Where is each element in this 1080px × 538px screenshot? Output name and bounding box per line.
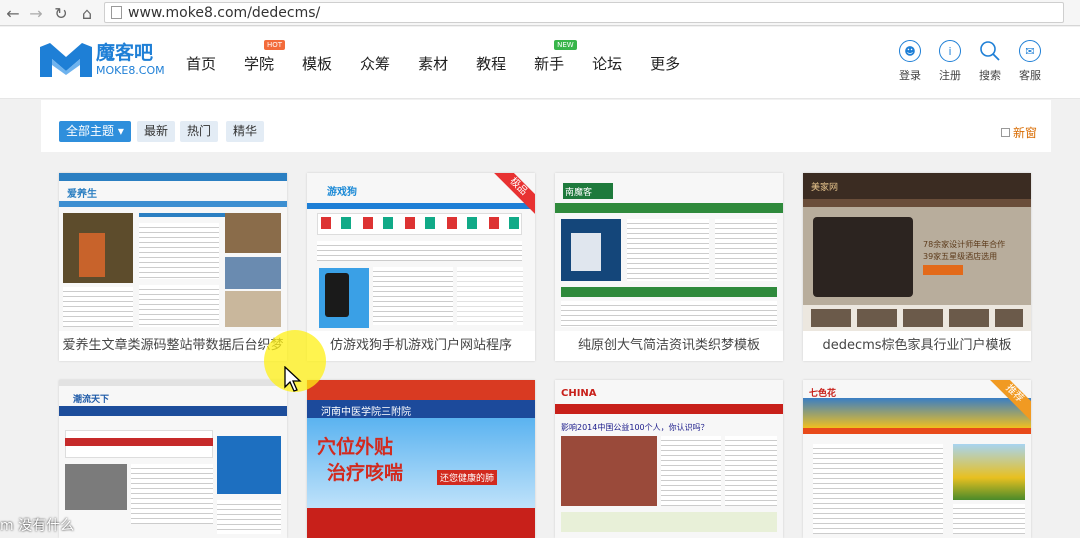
thumb-headline: 影响2014中国公益100个人，你认识吗？ (561, 423, 709, 432)
thumb-promo: 39家五星级酒店选用 (923, 252, 998, 261)
filter-latest[interactable]: 最新 (137, 121, 176, 142)
user-icon: ☻ (899, 40, 921, 62)
card-thumbnail[interactable]: 游戏狗 极品 (307, 173, 535, 331)
template-card[interactable]: 游戏狗 极品 仿游戏狗手机游戏门户网站程序 (307, 173, 535, 361)
service-icon: ✉ (1019, 40, 1041, 62)
card-thumbnail[interactable]: 七色花 推荐 (803, 380, 1031, 538)
logo-domain: MOKE8.COM (96, 64, 165, 77)
thumb-headline: 治疗咳喘 (327, 462, 404, 484)
site-header: 魔客吧 MOKE8.COM 首页 学院 HOT 模板 众筹 素材 教程 新手 NEW… (0, 27, 1080, 99)
logo-name: 魔客吧 (96, 42, 154, 64)
user-links: ☻ 登录 i 注册 搜索 ✉ 客服 (890, 40, 1050, 83)
card-thumbnail[interactable]: CHINA 影响2014中国公益100个人，你认识吗？ (555, 380, 783, 538)
template-card[interactable]: 美家网 78余家设计师年年合作 39家五星级酒店选用 dedecms棕色家具行业… (803, 173, 1031, 361)
thumb-logo: 潮流天下 (73, 395, 110, 405)
thumb-logo: 南魔客 (565, 188, 593, 198)
back-icon[interactable]: ← (2, 2, 24, 24)
thumb-logo: 爱养生 (67, 189, 97, 200)
template-card[interactable]: 南魔客 纯原创大气简洁资讯类织梦模板 (555, 173, 783, 361)
thumb-logo: 美家网 (811, 183, 839, 193)
new-window-toggle[interactable]: 新窗 (1000, 124, 1037, 141)
search-icon (979, 40, 1001, 62)
thumb-headline: 穴位外贴 (317, 436, 394, 458)
info-icon: i (939, 40, 961, 62)
site-logo[interactable]: 魔客吧 MOKE8.COM (40, 43, 165, 77)
nav-more[interactable]: 更多 (650, 53, 680, 74)
card-thumbnail[interactable]: 爱养生 (59, 173, 287, 331)
register-link[interactable]: i 注册 (930, 40, 970, 83)
thumb-promo: 78余家设计师年年合作 (923, 240, 1006, 249)
nav-tutorials[interactable]: 教程 (476, 53, 506, 74)
page-icon (111, 6, 122, 19)
template-card[interactable]: 七色花 推荐 (803, 380, 1031, 538)
card-thumbnail[interactable]: 河南中医学院三附院 穴位外贴 治疗咳喘 还您健康的肺 (307, 380, 535, 538)
ribbon-badge: 极品 (486, 173, 535, 219)
nav-academy[interactable]: 学院 HOT (244, 40, 286, 74)
nav-materials[interactable]: 素材 (418, 53, 448, 74)
logo-m-icon (40, 43, 92, 77)
thumb-subline: 还您健康的肺 (437, 470, 498, 485)
card-thumbnail[interactable]: 潮流天下 (59, 380, 287, 538)
card-title[interactable]: 纯原创大气简洁资讯类织梦模板 (555, 331, 783, 361)
main-nav: 首页 学院 HOT 模板 众筹 素材 教程 新手 NEW 论坛 更多 (186, 40, 708, 74)
login-link[interactable]: ☻ 登录 (890, 40, 930, 83)
nav-home[interactable]: 首页 (186, 53, 216, 74)
nav-crowdfunding[interactable]: 众筹 (360, 53, 390, 74)
forward-icon[interactable]: → (25, 2, 47, 24)
card-title[interactable]: 爱养生文章类源码整站带数据后台织梦 (59, 331, 287, 361)
filter-bar: 全部主题 ▾ 最新 热门 精华 新窗 (41, 100, 1051, 152)
hot-badge: HOT (264, 40, 286, 50)
card-title[interactable]: 仿游戏狗手机游戏门户网站程序 (307, 331, 535, 361)
new-window-checkbox[interactable] (1000, 128, 1010, 137)
filter-hot[interactable]: 热门 (180, 121, 219, 142)
nav-templates[interactable]: 模板 (302, 53, 332, 74)
thumb-logo: 游戏狗 (327, 187, 357, 198)
new-badge: NEW (554, 40, 577, 50)
reload-icon[interactable]: ↻ (50, 2, 72, 24)
nav-forum[interactable]: 论坛 (592, 53, 622, 74)
card-title[interactable]: dedecms棕色家具行业门户模板 (803, 331, 1031, 361)
cursor-icon (284, 365, 302, 396)
template-card[interactable]: 爱养生 爱养生文章类源码整站带数据后台织梦 (59, 173, 287, 361)
card-thumbnail[interactable]: 美家网 78余家设计师年年合作 39家五星级酒店选用 (803, 173, 1031, 331)
thumb-logo: 河南中医学院三附院 (321, 407, 411, 418)
template-card[interactable]: CHINA 影响2014中国公益100个人，你认识吗？ (555, 380, 783, 538)
filter-featured[interactable]: 精华 (226, 121, 265, 142)
nav-beginners[interactable]: 新手 NEW (534, 40, 577, 74)
video-subtitle: m 没有什么 (0, 518, 75, 534)
template-card[interactable]: 河南中医学院三附院 穴位外贴 治疗咳喘 还您健康的肺 (307, 380, 535, 538)
search-link[interactable]: 搜索 (970, 40, 1010, 83)
service-link[interactable]: ✉ 客服 (1010, 40, 1050, 83)
url-text: www.moke8.com/dedecms/ (128, 4, 321, 21)
thumb-logo: CHINA (561, 388, 597, 399)
card-thumbnail[interactable]: 南魔客 (555, 173, 783, 331)
browser-toolbar: ← → ↻ ⌂ www.moke8.com/dedecms/ (0, 0, 1080, 26)
filter-all-topics[interactable]: 全部主题 ▾ (59, 121, 131, 142)
template-card[interactable]: 潮流天下 (59, 380, 287, 538)
address-bar[interactable]: www.moke8.com/dedecms/ (104, 2, 1064, 23)
home-icon[interactable]: ⌂ (76, 2, 98, 24)
